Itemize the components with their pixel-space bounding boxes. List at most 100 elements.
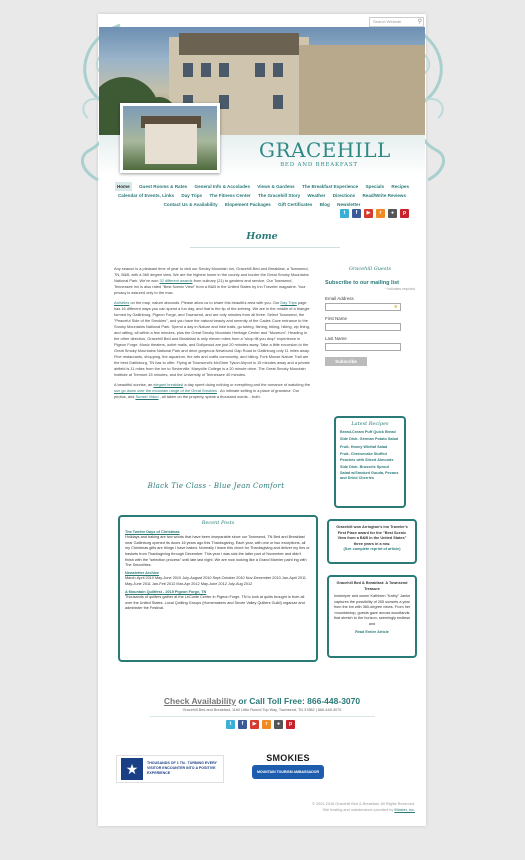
nav-guest-rooms[interactable]: Guest Rooms & Rates	[139, 182, 187, 191]
nav-calendar[interactable]: Calendar of Events, Links	[118, 191, 174, 200]
social-icons-bottom: t f ▶ r ● p	[226, 720, 295, 729]
youtube-icon[interactable]: ▶	[364, 209, 373, 218]
credit-prefix: Site hosting and maintenance provided by	[322, 808, 394, 812]
recipes-title: Latest Recipes	[351, 421, 389, 427]
subscribe-button[interactable]: Subscribe	[325, 357, 367, 366]
tourism-logo-text: THOUSANDS OF 1 TN.. TURNING EVERY VISITO…	[147, 761, 217, 775]
award-text: Gracehill won Arrington's Inn Traveler's…	[336, 525, 408, 546]
post-excerpt: Holidays and baking are two words that h…	[125, 535, 310, 568]
nav-row-1: Home Guest Rooms & Rates General Info & …	[99, 182, 425, 191]
post-item: Newsletter Archive March-April 2010 May-…	[125, 571, 311, 588]
award-box: Gracehill won Arrington's Inn Traveler's…	[327, 519, 417, 564]
nav-recipes[interactable]: Recipes	[391, 182, 409, 191]
smokies-logo-title: SMOKIES	[266, 753, 310, 763]
story-body: Innkeeper and owner Kathleen "Kathy" Jan…	[333, 594, 411, 626]
nav-general-info[interactable]: General Info & Accolades	[195, 182, 250, 191]
nav-story[interactable]: The Gracehill Story	[258, 191, 300, 200]
nav-fitness[interactable]: The Fitness Center	[209, 191, 250, 200]
twitter-icon[interactable]: t	[340, 209, 349, 218]
pinterest-icon[interactable]: p	[286, 720, 295, 729]
sidebar: Gracehill Guests Subscribe to our mailin…	[325, 266, 415, 366]
post-item: A Mountain Quiltfest - 2015 Pigeon Forge…	[125, 590, 311, 612]
logo-sub: BED AND BREAKFAST	[280, 162, 358, 168]
house-wing-graphic	[299, 45, 425, 135]
facebook-icon[interactable]: f	[238, 720, 247, 729]
post-item: The Twelve Days of Christmas Holidays an…	[125, 530, 311, 569]
awards-link[interactable]: 32 different awards	[159, 278, 192, 283]
twitter-icon[interactable]: t	[226, 720, 235, 729]
award-article-link[interactable]: (See complete reprint of article)	[333, 547, 411, 553]
email-field[interactable]: ★	[325, 303, 401, 311]
flickr-icon[interactable]: ●	[274, 720, 283, 729]
check-availability-link[interactable]: Check Availability	[164, 696, 236, 706]
last-name-label: Last Name	[325, 336, 347, 341]
nav-elopement[interactable]: Elopement Packages	[225, 200, 271, 209]
nav-breakfast[interactable]: The Breakfast Experience	[302, 182, 358, 191]
sunset-video-link[interactable]: Sunset Video	[135, 394, 158, 399]
main-nav: Home Guest Rooms & Rates General Info & …	[99, 182, 425, 209]
search-placeholder: Search Website	[373, 19, 402, 24]
last-name-field[interactable]	[325, 343, 401, 351]
story-title: Gracehill Bed & Breakfast: A Townsend Tr…	[336, 581, 408, 591]
day-trips-link[interactable]: Day Trips	[280, 300, 296, 305]
gracehill-logo[interactable]: GRACEHILL BED AND BREAKFAST	[259, 138, 391, 178]
smokies-logo-band: MOUNTAIN TOURISM AMBASSADOR PROGRAM	[252, 765, 324, 788]
first-name-field[interactable]	[325, 323, 401, 331]
nav-day-trips[interactable]: Day Trips	[181, 191, 202, 200]
pinterest-icon[interactable]: p	[400, 209, 409, 218]
post-title-link[interactable]: A Mountain Quiltfest - 2015 Pigeon Forge…	[125, 590, 206, 594]
rss-icon[interactable]: r	[262, 720, 271, 729]
sunset-link[interactable]: sun go down over the mountain range of t…	[114, 388, 217, 393]
post-excerpt: Thousands of quilters gather at the LeCo…	[125, 595, 305, 611]
sunrise-text-end: , all taken on the property, speak a tho…	[159, 394, 261, 399]
breakfast-link[interactable]: elegant breakfast	[153, 382, 183, 387]
nav-blog[interactable]: Blog	[320, 200, 330, 209]
social-icons-top: t f ▶ r ● p	[340, 209, 409, 218]
facebook-icon[interactable]: f	[352, 209, 361, 218]
search-icon[interactable]: ⚲	[418, 18, 422, 26]
recipe-link[interactable]: Side Dish- German Potato Salad	[340, 437, 400, 443]
activities-link[interactable]: Activities	[114, 300, 129, 305]
logo-name: GRACEHILL	[259, 138, 391, 162]
recent-posts-title: Recent Posts	[201, 520, 235, 526]
nav-views-gardens[interactable]: Views & Gardens	[257, 182, 294, 191]
nav-specials[interactable]: Specials	[365, 182, 384, 191]
recipe-link[interactable]: Fruit- Cheesecake Stuffed Peaches with S…	[340, 452, 400, 463]
post-title-link[interactable]: Newsletter Archive	[125, 571, 159, 575]
story-box: Gracehill Bed & Breakfast: A Townsend Tr…	[327, 575, 417, 658]
recent-posts-box: Recent Posts The Twelve Days of Christma…	[118, 515, 318, 662]
subscribe-heading: Subscribe to our mailing list	[325, 280, 399, 286]
star-logo-icon: ★	[121, 758, 143, 780]
search-input[interactable]: Search Website ⚲	[369, 17, 424, 27]
footer-cta: Check Availability or Call Toll Free: 86…	[99, 696, 425, 706]
footer-divider	[150, 716, 375, 717]
rss-icon[interactable]: r	[376, 209, 385, 218]
star-icon: ★	[393, 304, 398, 310]
copyright: © 2001-2018 Gracehill Bed & Breakfast. A…	[297, 801, 415, 813]
nav-contact[interactable]: Contact Us & Availability	[164, 200, 218, 209]
nav-weather[interactable]: Weather	[307, 191, 325, 200]
flickr-icon[interactable]: ●	[388, 209, 397, 218]
credit-link[interactable]: IMaster, Inc.	[394, 808, 415, 812]
nav-gift[interactable]: Gift Certificates	[278, 200, 312, 209]
youtube-icon[interactable]: ▶	[250, 720, 259, 729]
nav-directions[interactable]: Directions	[333, 191, 355, 200]
tagline: Black Tie Class · Blue Jean Comfort	[147, 482, 285, 490]
nav-reviews[interactable]: Read/Write Reviews	[362, 191, 406, 200]
post-title-link[interactable]: The Twelve Days of Christmas	[125, 530, 180, 534]
recipe-link[interactable]: Fruit- Honey Whitlaf Salad	[340, 445, 400, 451]
recipe-link[interactable]: Bread-Cream Puff Quick Bread	[340, 430, 400, 436]
recipe-link[interactable]: Side Dish- Brussels Sprout Salad w/Smoke…	[340, 465, 400, 482]
main-content: Any season is a pleasant time of year to…	[114, 266, 310, 404]
latest-recipes-box: Latest Recipes Bread-Cream Puff Quick Br…	[334, 416, 406, 508]
nav-home[interactable]: Home	[114, 182, 132, 191]
tourism-logo[interactable]: ★ THOUSANDS OF 1 TN.. TURNING EVERY VISI…	[116, 755, 224, 783]
title-divider	[190, 247, 340, 248]
smokies-ambassador-logo[interactable]: SMOKIES MOUNTAIN TOURISM AMBASSADOR PROG…	[252, 753, 324, 788]
post-excerpt: March-April 2010 May-June 2010 July-Augu…	[125, 576, 307, 586]
nav-newsletter[interactable]: Newsletter	[337, 200, 360, 209]
read-article-link[interactable]: Read Entire Article	[333, 630, 411, 636]
footer-address: Gracehill Bed and Breakfast, 1160 Little…	[182, 708, 342, 712]
activities-text: on the map, nature abounds. Please allow…	[130, 300, 280, 305]
inset-house-photo	[120, 103, 220, 173]
